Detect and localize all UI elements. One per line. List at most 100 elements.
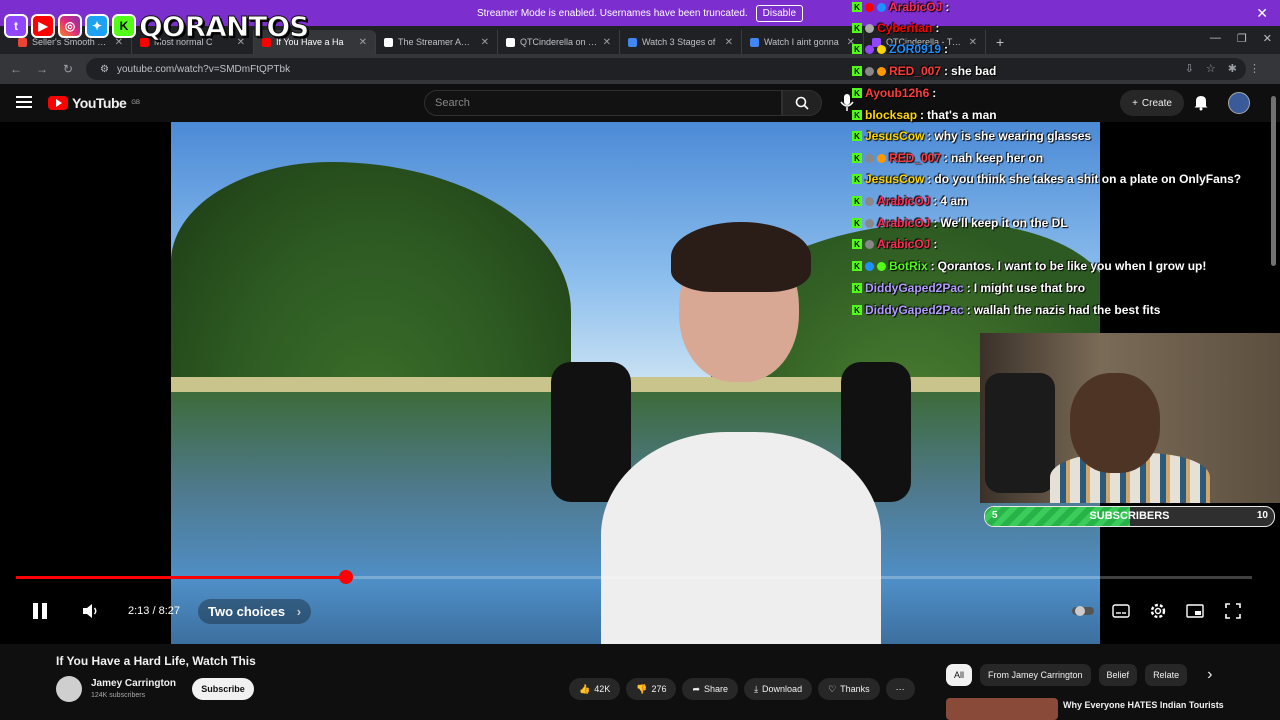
download-button[interactable]: ⤓ Download: [744, 678, 813, 700]
tab-title: QTCinderella on X: ": [520, 37, 598, 47]
download-label: Download: [762, 684, 803, 694]
chat-badge-icon: [865, 239, 874, 249]
youtube-wordmark: YouTube: [72, 95, 127, 111]
autoplay-toggle-icon: [1072, 606, 1094, 616]
video-progress-bar[interactable]: [16, 570, 1252, 584]
chat-text: why is she wearing glasses: [934, 129, 1092, 143]
chat-message: K ArabicOJ :: [852, 0, 952, 14]
chat-username: Ayoub12h6: [865, 86, 930, 100]
settings-button[interactable]: [1149, 598, 1167, 624]
chat-badge-icon: [865, 23, 874, 33]
chat-message: K JesusCow : why is she wearing glasses: [852, 129, 1091, 143]
tab-favicon-icon: [628, 37, 637, 47]
filter-chip[interactable]: Relate: [1145, 664, 1188, 686]
chat-message: K ArabicOJ :4 am: [852, 194, 968, 208]
country-code: GB: [131, 100, 140, 106]
chevron-right-icon[interactable]: ›: [1207, 666, 1212, 684]
like-button[interactable]: 👍 42K: [569, 678, 621, 700]
video-actions: 👍 42K 👎 276 ➦ Share ⤓ Download ♡ Thanks ⋯: [569, 678, 915, 700]
chat-username: ArabicOJ: [877, 216, 931, 230]
subtitles-button[interactable]: [1112, 598, 1130, 624]
kick-icon: K: [852, 174, 862, 184]
youtube-logo[interactable]: YouTube GB: [48, 95, 140, 111]
chat-username: blocksap: [865, 108, 918, 122]
chat-username: ArabicOJ: [877, 237, 931, 251]
browser-tab[interactable]: QTCinderella on X: " ✕: [498, 30, 620, 54]
chat-text: that's a man: [927, 108, 997, 122]
volume-button[interactable]: [82, 598, 100, 624]
twitter-icon: ✦: [85, 14, 109, 38]
chat-separator: :: [933, 216, 938, 230]
kick-icon: K: [852, 218, 862, 228]
instagram-icon: ◎: [58, 14, 82, 38]
chat-text: 4 am: [940, 194, 968, 208]
kick-icon: K: [852, 88, 862, 98]
channel-avatar[interactable]: [56, 676, 82, 702]
recommendation-filter-chips: All From Jamey Carrington Belief Relate ›: [946, 664, 1212, 686]
chat-separator: :: [930, 259, 935, 273]
volume-icon: [83, 604, 97, 618]
tab-favicon-icon: [384, 37, 393, 47]
chat-text: do you think she takes a shit on a plate…: [934, 172, 1242, 186]
tab-close-icon[interactable]: ✕: [725, 37, 733, 48]
chat-badge-icon: [877, 2, 886, 12]
youtube-play-icon: [48, 96, 68, 110]
search-icon: [795, 96, 809, 110]
thanks-label: Thanks: [840, 684, 870, 694]
filter-chip[interactable]: From Jamey Carrington: [980, 664, 1091, 686]
browser-tab[interactable]: Watch I aint gonna ✕: [742, 30, 864, 54]
browser-tab[interactable]: The Streamer Award ✕: [376, 30, 498, 54]
share-button[interactable]: ➦ Share: [682, 678, 739, 700]
filter-chip[interactable]: All: [946, 664, 973, 686]
more-actions-button[interactable]: ⋯: [885, 678, 915, 700]
chat-badge-icon: [877, 261, 886, 271]
chat-message: K BotRix : Qorantos. I want to be like you…: [852, 259, 1206, 273]
streamer-social-logo: t ▶ ◎ ✦ K QORANTOS: [4, 4, 310, 48]
like-count: 42K: [594, 684, 611, 694]
fullscreen-icon: [1225, 603, 1241, 619]
site-info-icon[interactable]: ⚙: [100, 64, 109, 75]
recommended-title[interactable]: Why Everyone HATES Indian Tourists: [1063, 700, 1224, 710]
dislike-count: 276: [651, 684, 667, 694]
progress-played: [16, 576, 346, 579]
browser-tab[interactable]: Watch 3 Stages of ✕: [620, 30, 742, 54]
forward-icon[interactable]: →: [34, 62, 50, 76]
chapter-button[interactable]: Two choices ›: [198, 598, 312, 624]
tab-favicon-icon: [750, 37, 759, 47]
youtube-icon: ▶: [31, 14, 55, 38]
autoplay-toggle[interactable]: [1072, 598, 1094, 624]
filter-chip[interactable]: Belief: [1098, 664, 1138, 686]
chat-badge-icon: [865, 153, 874, 163]
scrubber-handle[interactable]: [339, 570, 353, 584]
download-icon: ⤓: [754, 683, 759, 694]
reload-icon[interactable]: ↻: [60, 62, 76, 76]
chat-username: ArabicOJ: [877, 194, 931, 208]
screen: t ▶ ◎ ✦ K QORANTOS Streamer Mode is enab…: [0, 0, 1280, 720]
chat-username: RED_007: [889, 151, 942, 165]
tab-close-icon[interactable]: ✕: [481, 37, 489, 48]
back-icon[interactable]: ←: [8, 62, 24, 76]
chapter-label: Two choices: [208, 603, 286, 619]
menu-hamburger-icon[interactable]: [16, 96, 32, 111]
pause-button[interactable]: [30, 598, 50, 624]
kick-icon: K: [852, 23, 862, 33]
miniplayer-button[interactable]: [1186, 598, 1204, 624]
channel-name[interactable]: Jamey Carrington: [91, 678, 176, 689]
disable-button[interactable]: Disable: [755, 4, 804, 22]
search-input[interactable]: Search: [424, 90, 782, 116]
thanks-button[interactable]: ♡ Thanks: [818, 678, 880, 700]
more-dots-icon: ⋯: [895, 683, 905, 694]
url-text: youtube.com/watch?v=SMDmFtQPTbk: [116, 63, 291, 75]
subscribe-button[interactable]: Subscribe: [192, 678, 254, 700]
chat-separator: :: [933, 194, 938, 208]
streamer-name: QORANTOS: [138, 9, 309, 43]
dislike-button[interactable]: 👎 276: [626, 678, 677, 700]
tab-close-icon[interactable]: ✕: [603, 37, 611, 48]
tab-close-icon[interactable]: ✕: [359, 37, 367, 48]
recommended-thumbnail[interactable]: [946, 698, 1058, 720]
chat-separator: :: [932, 86, 937, 100]
fullscreen-button[interactable]: [1225, 598, 1241, 624]
chat-badge-icon: [865, 261, 874, 271]
search-button[interactable]: [782, 90, 822, 116]
thumbs-down-icon: 👎: [636, 683, 648, 694]
